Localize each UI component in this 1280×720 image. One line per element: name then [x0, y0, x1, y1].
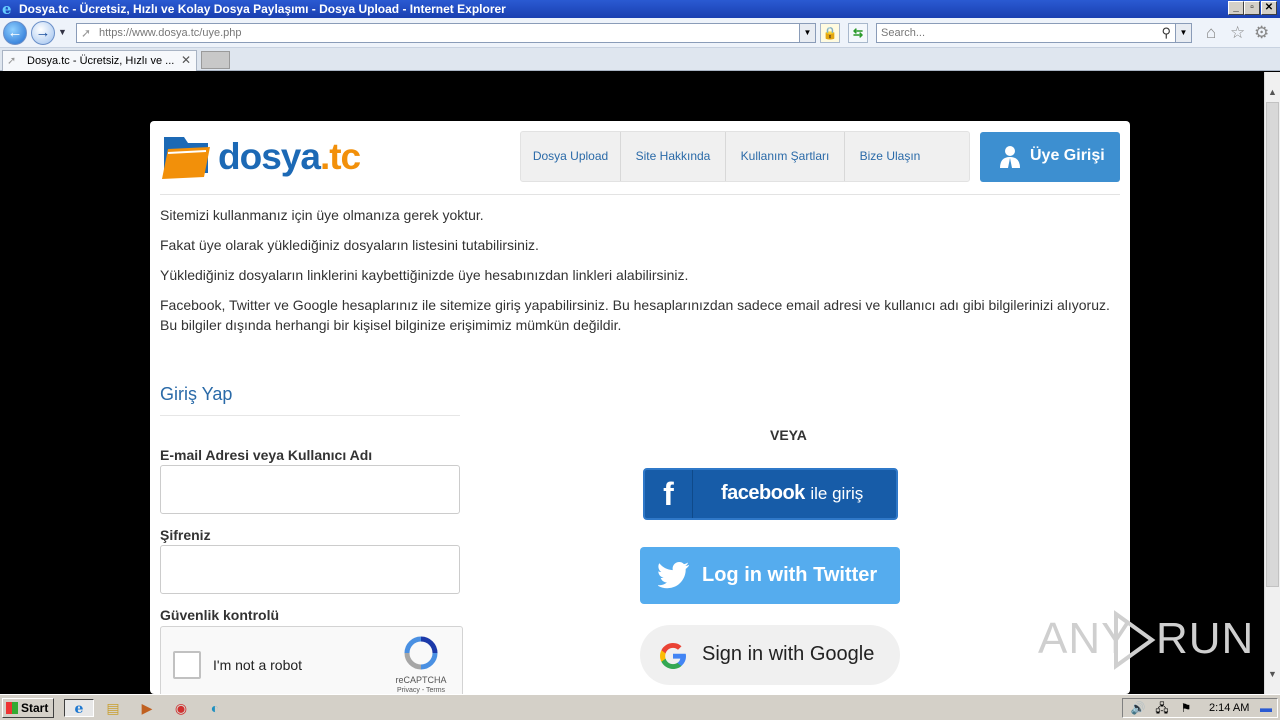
gear-icon[interactable]: ⚙	[1254, 24, 1269, 42]
captcha-checkbox[interactable]	[173, 651, 201, 679]
info-paragraph-4: Facebook, Twitter ve Google hesaplarınız…	[160, 297, 1110, 333]
password-label: Şifreniz	[160, 527, 211, 543]
info-paragraph-3: Yüklediğiniz dosyaların linklerini kaybe…	[160, 267, 689, 283]
system-tray: 🔊 🖧 ⚑ 2:14 AM ▬	[1122, 698, 1278, 718]
minimize-button[interactable]: _	[1228, 1, 1244, 15]
flag-icon[interactable]: ⚑	[1175, 699, 1197, 717]
anyrun-watermark: ANY RUN	[1038, 610, 1253, 670]
info-paragraph-1: Sitemizi kullanmanız için üye olmanıza g…	[160, 207, 484, 223]
google-login-button[interactable]: Sign in with Google	[640, 625, 900, 685]
tab-title: Dosya.tc - Ücretsiz, Hızlı ve ...	[27, 55, 175, 67]
search-placeholder: Search...	[881, 27, 926, 39]
taskbar: Start e ▤ ▶ ◉ ◐ 🔊 🖧 ⚑ 2:14 AM ▬	[0, 694, 1280, 720]
member-login-label: Üye Girişi	[1030, 147, 1105, 164]
logo-text-tc: .tc	[319, 136, 361, 177]
user-icon	[1000, 146, 1020, 168]
or-separator: VEYA	[770, 427, 807, 443]
search-dropdown-icon[interactable]: ▼	[1175, 24, 1191, 42]
url-prefix: https://www.dosya.tc/	[99, 27, 203, 39]
ie-logo-icon: e	[2, 0, 12, 18]
recaptcha-logo-icon	[404, 636, 438, 670]
lock-icon[interactable]: 🔒	[820, 23, 840, 43]
captcha-brand: reCAPTCHA	[395, 675, 447, 685]
tab-dosya[interactable]: ➚ Dosya.tc - Ücretsiz, Hızlı ve ... ✕	[2, 50, 197, 71]
address-bar[interactable]: ➚ https://www.dosya.tc/uye.php ▼	[76, 23, 816, 43]
start-button[interactable]: Start	[2, 698, 54, 718]
captcha-label: Güvenlik kontrolü	[160, 607, 280, 623]
tab-bar: ➚ Dosya.tc - Ücretsiz, Hızlı ve ... ✕	[0, 48, 1280, 71]
facebook-brand-text: facebook	[721, 482, 805, 504]
scroll-thumb[interactable]	[1266, 102, 1279, 587]
folder-logo-icon	[162, 137, 210, 179]
taskbar-explorer-icon[interactable]: ▤	[102, 699, 124, 717]
main-nav: Dosya Upload Site Hakkında Kullanım Şart…	[520, 131, 970, 182]
captcha-text: I'm not a robot	[213, 657, 303, 673]
password-field[interactable]	[160, 545, 460, 594]
scroll-down-icon[interactable]: ▼	[1265, 666, 1280, 682]
start-label: Start	[21, 701, 49, 715]
twitter-bird-icon	[658, 562, 689, 589]
recaptcha-widget: I'm not a robot reCAPTCHA Privacy - Term…	[160, 626, 463, 694]
page-favicon-icon: ➚	[81, 26, 92, 40]
address-url[interactable]: https://www.dosya.tc/uye.php	[99, 27, 241, 39]
email-label: E-mail Adresi veya Kullanıcı Adı	[160, 447, 373, 463]
network-icon[interactable]: 🖧	[1151, 699, 1173, 717]
home-icon[interactable]: ⌂	[1206, 24, 1216, 42]
forward-button[interactable]: →	[31, 21, 55, 45]
close-window-button[interactable]: ✕	[1261, 1, 1277, 15]
compatibility-refresh-icon[interactable]: ⇆	[848, 23, 868, 43]
facebook-icon: f	[645, 470, 693, 518]
navigation-bar: ← → ▼ ➚ https://www.dosya.tc/uye.php ▼ 🔒…	[0, 18, 1280, 48]
email-field[interactable]	[160, 465, 460, 514]
header-divider	[160, 194, 1120, 195]
maximize-button[interactable]: ▫	[1244, 1, 1260, 15]
login-heading-divider	[160, 415, 460, 416]
clock[interactable]: 2:14 AM	[1209, 702, 1249, 714]
search-box[interactable]: Search... ⚲ ▼	[876, 23, 1192, 43]
captcha-links[interactable]: Privacy - Terms	[385, 687, 457, 694]
google-g-icon	[660, 643, 686, 669]
window-title: Dosya.tc - Ücretsiz, Hızlı ve Kolay Dosy…	[19, 2, 506, 16]
windows-logo-icon	[6, 702, 18, 714]
twitter-login-label: Log in with Twitter	[702, 564, 878, 586]
site-logo[interactable]: dosya.tc	[162, 133, 362, 183]
nav-dosya-upload[interactable]: Dosya Upload	[521, 132, 621, 181]
new-tab-button[interactable]	[201, 51, 230, 69]
tab-favicon-icon: ➚	[7, 55, 17, 67]
watermark-right-text: RUN	[1156, 614, 1255, 663]
taskbar-ie-icon[interactable]: e	[64, 699, 94, 717]
vertical-scrollbar[interactable]: ▲ ▼	[1264, 72, 1280, 694]
title-bar: e Dosya.tc - Ücretsiz, Hızlı ve Kolay Do…	[0, 0, 1280, 18]
taskbar-media-icon[interactable]: ▶	[136, 699, 158, 717]
page-content: dosya.tc Dosya Upload Site Hakkında Kull…	[150, 121, 1130, 694]
google-login-label: Sign in with Google	[702, 643, 875, 665]
nav-bize-ulasin[interactable]: Bize Ulaşın	[845, 132, 935, 181]
facebook-login-label: facebook ile giriş	[721, 482, 863, 505]
info-paragraph-2: Fakat üye olarak yüklediğiniz dosyaların…	[160, 237, 539, 253]
play-logo-icon	[1114, 610, 1156, 670]
logo-text-dosya: dosya	[218, 136, 321, 177]
member-login-button[interactable]: Üye Girişi	[980, 132, 1120, 182]
taskbar-chrome-icon[interactable]: ◉	[170, 699, 192, 717]
login-heading: Giriş Yap	[160, 384, 233, 404]
logo-wordmark: dosya.tc	[218, 136, 361, 177]
browser-window: e Dosya.tc - Ücretsiz, Hızlı ve Kolay Do…	[0, 0, 1280, 720]
nav-kullanim-sartlari[interactable]: Kullanım Şartları	[726, 132, 845, 181]
search-icon[interactable]: ⚲	[1161, 25, 1171, 41]
scroll-up-icon[interactable]: ▲	[1265, 84, 1280, 100]
nav-site-hakkinda[interactable]: Site Hakkında	[621, 132, 726, 181]
back-button[interactable]: ←	[3, 21, 27, 45]
twitter-login-button[interactable]: Log in with Twitter	[640, 547, 900, 604]
taskbar-edge-icon[interactable]: ◐	[204, 699, 226, 717]
address-dropdown-icon[interactable]: ▼	[799, 24, 815, 42]
favorites-star-icon[interactable]: ☆	[1230, 24, 1245, 42]
volume-icon[interactable]: 🔊	[1127, 699, 1149, 717]
facebook-login-button[interactable]: f facebook ile giriş	[643, 468, 898, 520]
recent-pages-dropdown-icon[interactable]: ▼	[58, 27, 67, 37]
show-desktop-icon[interactable]: ▬	[1255, 699, 1277, 717]
url-path: uye.php	[202, 27, 242, 39]
facebook-suffix-text: ile giriş	[810, 484, 864, 503]
close-tab-icon[interactable]: ✕	[181, 53, 191, 67]
